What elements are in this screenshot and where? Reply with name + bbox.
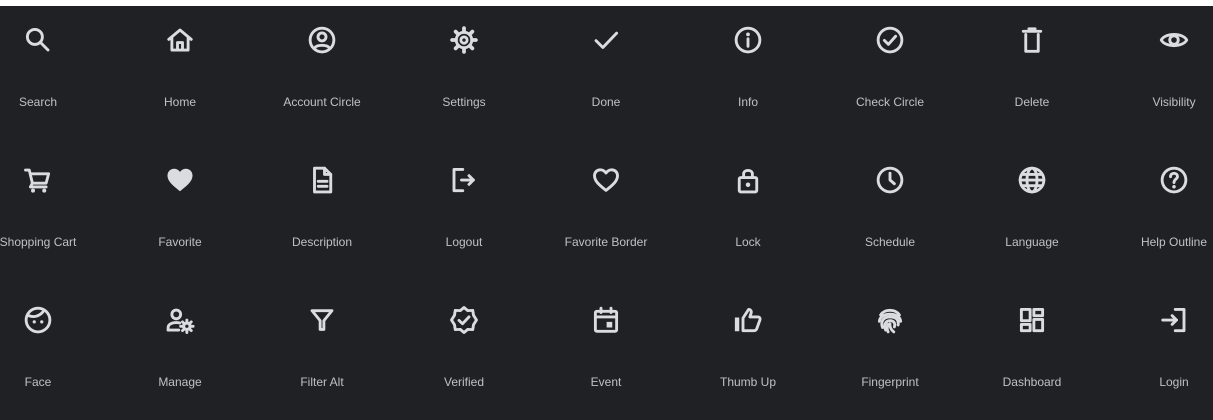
icon-cell-favorite[interactable]: Favorite	[109, 146, 251, 286]
icon-cell-event[interactable]: Event	[535, 286, 677, 420]
done-icon	[594, 31, 619, 49]
event-icon	[593, 306, 619, 333]
icon-cell-info[interactable]: Info	[677, 6, 819, 146]
icon-cell-favorite-border[interactable]: Favorite Border	[535, 146, 677, 286]
shopping-cart-icon	[24, 168, 51, 193]
icon-cell-settings[interactable]: Settings	[393, 6, 535, 146]
settings-icon	[450, 26, 478, 54]
lock-icon	[737, 169, 759, 194]
icon-cell-fingerprint[interactable]: Fingerprint	[819, 286, 961, 420]
icon-cell-thumb-up[interactable]: Thumb Up	[677, 286, 819, 420]
face-icon	[24, 306, 52, 334]
icon-cell-shopping-cart[interactable]: Shopping Cart	[0, 146, 109, 286]
icon-label-login: Login	[1159, 375, 1189, 389]
favorite-border-icon	[593, 168, 619, 192]
icon-cell-dashboard[interactable]: Dashboard	[961, 286, 1103, 420]
search-icon	[25, 27, 50, 52]
icon-cell-delete[interactable]: Delete	[961, 6, 1103, 146]
icon-cell-logout[interactable]: Logout	[393, 146, 535, 286]
account-circle-icon	[308, 26, 336, 54]
icon-grid-panel: Search Home Account Circle Settings Done…	[0, 6, 1213, 420]
icon-cell-face[interactable]: Face	[0, 286, 109, 420]
icon-cell-done[interactable]: Done	[535, 6, 677, 146]
icon-cell-account-circle[interactable]: Account Circle	[251, 6, 393, 146]
icon-cell-language[interactable]: Language	[961, 146, 1103, 286]
icon-cell-search[interactable]: Search	[0, 6, 109, 146]
manage-icon	[166, 308, 195, 334]
thumb-up-icon	[734, 307, 762, 333]
language-icon	[1018, 166, 1046, 194]
help-outline-icon	[1160, 166, 1188, 194]
icon-cell-description[interactable]: Description	[251, 146, 393, 286]
icon-label-help-outline: Help Outline	[1140, 235, 1208, 249]
login-icon	[1161, 307, 1186, 333]
icon-cell-check-circle[interactable]: Check Circle	[819, 6, 961, 146]
dashboard-icon	[1019, 307, 1045, 333]
home-icon	[167, 28, 193, 52]
icon-cell-filter-alt[interactable]: Filter Alt	[251, 286, 393, 420]
page: Search Home Account Circle Settings Done…	[0, 0, 1213, 420]
logout-icon	[452, 167, 475, 193]
verified-icon	[450, 306, 478, 334]
icon-cell-help-outline[interactable]: Help Outline	[1103, 146, 1213, 286]
info-icon	[734, 26, 762, 54]
favorite-icon	[167, 168, 193, 192]
icon-cell-login[interactable]: Login	[1103, 286, 1213, 420]
icon-cell-lock[interactable]: Lock	[677, 146, 819, 286]
filter-alt-icon	[310, 309, 334, 331]
icon-cell-verified[interactable]: Verified	[393, 286, 535, 420]
description-icon	[313, 166, 333, 194]
icon-label-visibility: Visibility	[1152, 95, 1196, 109]
schedule-icon	[876, 166, 904, 194]
icon-cell-manage[interactable]: Manage	[109, 286, 251, 420]
delete-icon	[1021, 27, 1043, 53]
check-circle-icon	[876, 26, 904, 54]
fingerprint-icon	[877, 308, 903, 334]
icon-cell-schedule[interactable]: Schedule	[819, 146, 961, 286]
visibility-icon	[1159, 32, 1189, 48]
icon-cell-visibility[interactable]: Visibility	[1103, 6, 1213, 146]
icon-cell-home[interactable]: Home	[109, 6, 251, 146]
